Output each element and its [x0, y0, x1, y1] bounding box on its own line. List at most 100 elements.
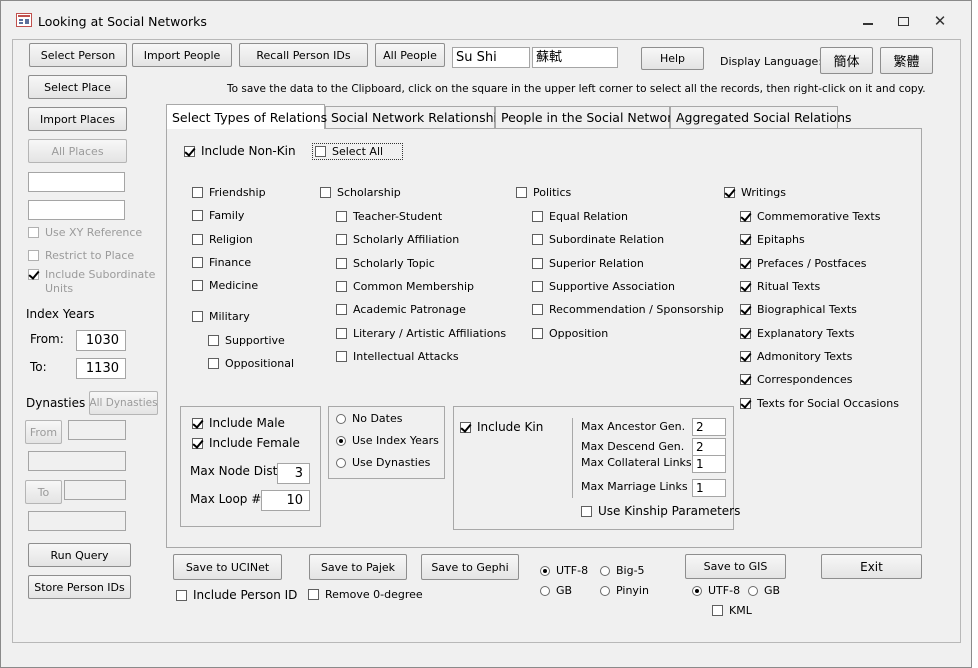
save-to-gephi-button[interactable]: Save to Gephi	[421, 554, 519, 580]
medicine-checkbox[interactable]: Medicine	[192, 279, 258, 292]
kml-checkbox[interactable]: KML	[712, 604, 752, 617]
biographical-texts-checkbox[interactable]: Biographical Texts	[740, 303, 857, 316]
all-places-button[interactable]: All Places	[28, 139, 127, 163]
social-occasions-checkbox[interactable]: Texts for Social Occasions	[740, 397, 899, 410]
gis-utf8-radio[interactable]: UTF-8	[692, 584, 740, 597]
equal-relation-checkbox[interactable]: Equal Relation	[532, 210, 628, 223]
from-dynasty-name-field[interactable]	[28, 451, 126, 471]
select-person-button[interactable]: Select Person	[29, 43, 127, 67]
person-name-chinese-field[interactable]: 蘇軾	[532, 47, 618, 68]
help-button[interactable]: Help	[641, 47, 704, 70]
scholarship-label: Scholarship	[337, 186, 401, 199]
to-dynasty-name-field[interactable]	[28, 511, 126, 531]
import-people-button[interactable]: Import People	[132, 43, 232, 67]
utf8-radio[interactable]: UTF-8	[540, 564, 588, 577]
tab-select-types-of-relations[interactable]: Select Types of Relations	[166, 104, 327, 129]
import-places-button[interactable]: Import Places	[28, 107, 127, 131]
exit-button[interactable]: Exit	[821, 554, 922, 579]
gb-radio[interactable]: GB	[540, 584, 572, 597]
to-dynasty-field[interactable]	[64, 480, 126, 500]
use-index-years-radio[interactable]: Use Index Years	[336, 434, 439, 447]
person-name-english-field[interactable]: Su Shi	[452, 47, 530, 68]
use-xy-reference-checkbox[interactable]: Use XY Reference	[28, 226, 142, 239]
select-place-button[interactable]: Select Place	[28, 75, 127, 99]
max-collateral-field[interactable]: 1	[692, 455, 726, 473]
minimize-icon[interactable]	[863, 23, 873, 25]
pinyin-radio[interactable]: Pinyin	[600, 584, 649, 597]
teacher-student-checkbox[interactable]: Teacher-Student	[336, 210, 442, 223]
max-ancestor-field[interactable]: 2	[692, 418, 726, 436]
epitaphs-checkbox[interactable]: Epitaphs	[740, 233, 805, 246]
traditional-chinese-button[interactable]: 繁體	[880, 47, 933, 74]
ritual-texts-checkbox[interactable]: Ritual Texts	[740, 280, 820, 293]
use-kinship-parameters-checkbox[interactable]: Use Kinship Parameters	[581, 504, 740, 518]
prefaces-postfaces-checkbox[interactable]: Prefaces / Postfaces	[740, 257, 867, 270]
to-dynasty-button[interactable]: To	[25, 480, 62, 504]
religion-checkbox[interactable]: Religion	[192, 233, 253, 246]
tab-aggregated-social-relations[interactable]: Aggregated Social Relations	[670, 106, 852, 128]
restore-icon[interactable]	[898, 17, 909, 26]
save-to-gis-button[interactable]: Save to GIS	[685, 554, 786, 579]
close-icon[interactable]: ✕	[933, 13, 947, 29]
remove-zero-degree-label: Remove 0-degree	[325, 588, 423, 601]
max-marriage-field[interactable]: 1	[692, 479, 726, 497]
subordinate-relation-checkbox[interactable]: Subordinate Relation	[532, 233, 664, 246]
correspondences-checkbox[interactable]: Correspondences	[740, 373, 852, 386]
place-field-1[interactable]	[28, 172, 125, 192]
big5-radio[interactable]: Big-5	[600, 564, 645, 577]
gis-gb-radio[interactable]: GB	[748, 584, 780, 597]
literary-artistic-checkbox[interactable]: Literary / Artistic Affiliations	[336, 327, 506, 340]
include-subordinate-checkbox[interactable]: Include Subordinate Units	[28, 268, 155, 296]
store-person-ids-button[interactable]: Store Person IDs	[28, 575, 131, 599]
supportive-checkbox[interactable]: Supportive	[208, 334, 285, 347]
opposition-checkbox[interactable]: Opposition	[532, 327, 608, 340]
politics-checkbox[interactable]: Politics	[516, 186, 571, 199]
use-dynasties-radio[interactable]: Use Dynasties	[336, 456, 430, 469]
save-to-pajek-button[interactable]: Save to Pajek	[309, 554, 407, 580]
run-query-button[interactable]: Run Query	[28, 543, 131, 567]
scholarly-affiliation-checkbox[interactable]: Scholarly Affiliation	[336, 233, 459, 246]
writings-checkbox[interactable]: Writings	[724, 186, 786, 199]
academic-patronage-checkbox[interactable]: Academic Patronage	[336, 303, 466, 316]
from-dynasty-button[interactable]: From	[25, 420, 62, 444]
place-field-2[interactable]	[28, 200, 125, 220]
oppositional-checkbox[interactable]: Oppositional	[208, 357, 294, 370]
supportive-association-checkbox[interactable]: Supportive Association	[532, 280, 675, 293]
commemorative-texts-checkbox[interactable]: Commemorative Texts	[740, 210, 880, 223]
include-female-checkbox[interactable]: Include Female	[192, 436, 300, 450]
explanatory-texts-checkbox[interactable]: Explanatory Texts	[740, 327, 855, 340]
friendship-checkbox[interactable]: Friendship	[192, 186, 266, 199]
recall-person-ids-button[interactable]: Recall Person IDs	[239, 43, 368, 67]
simplified-chinese-button[interactable]: 簡体	[820, 47, 873, 74]
scholarly-topic-checkbox[interactable]: Scholarly Topic	[336, 257, 435, 270]
superior-relation-checkbox[interactable]: Superior Relation	[532, 257, 644, 270]
scholarship-checkbox[interactable]: Scholarship	[320, 186, 401, 199]
subordinate-relation-label: Subordinate Relation	[549, 233, 665, 246]
recommendation-checkbox[interactable]: Recommendation / Sponsorship	[532, 303, 724, 316]
include-kin-checkbox[interactable]: Include Kin	[460, 420, 543, 434]
max-node-dist-field[interactable]: 3	[277, 463, 310, 484]
family-checkbox[interactable]: Family	[192, 209, 244, 222]
tab-people-in-social-network[interactable]: People in the Social Network	[495, 106, 680, 128]
select-all-checkbox[interactable]: Select All	[312, 143, 403, 160]
include-person-id-checkbox[interactable]: Include Person ID	[176, 588, 297, 602]
all-dynasties-button[interactable]: All Dynasties	[89, 391, 158, 415]
include-non-kin-checkbox[interactable]: Include Non-Kin	[184, 144, 296, 158]
include-male-checkbox[interactable]: Include Male	[192, 416, 285, 430]
remove-zero-degree-checkbox[interactable]: Remove 0-degree	[308, 588, 423, 601]
common-membership-checkbox[interactable]: Common Membership	[336, 280, 474, 293]
intellectual-attacks-checkbox[interactable]: Intellectual Attacks	[336, 350, 459, 363]
from-dynasty-field[interactable]	[68, 420, 126, 440]
admonitory-texts-checkbox[interactable]: Admonitory Texts	[740, 350, 852, 363]
from-year-field[interactable]: 1030	[76, 330, 126, 351]
finance-checkbox[interactable]: Finance	[192, 256, 251, 269]
max-descend-field[interactable]: 2	[692, 438, 726, 456]
to-year-field[interactable]: 1130	[76, 358, 126, 379]
max-loop-field[interactable]: 10	[261, 490, 310, 511]
military-checkbox[interactable]: Military	[192, 310, 250, 323]
all-people-button[interactable]: All People	[375, 43, 445, 67]
no-dates-radio[interactable]: No Dates	[336, 412, 402, 425]
save-to-ucinet-button[interactable]: Save to UCINet	[173, 554, 282, 580]
restrict-to-place-checkbox[interactable]: Restrict to Place	[28, 249, 134, 262]
tab-social-network-relationship[interactable]: Social Network Relationship	[325, 106, 505, 128]
